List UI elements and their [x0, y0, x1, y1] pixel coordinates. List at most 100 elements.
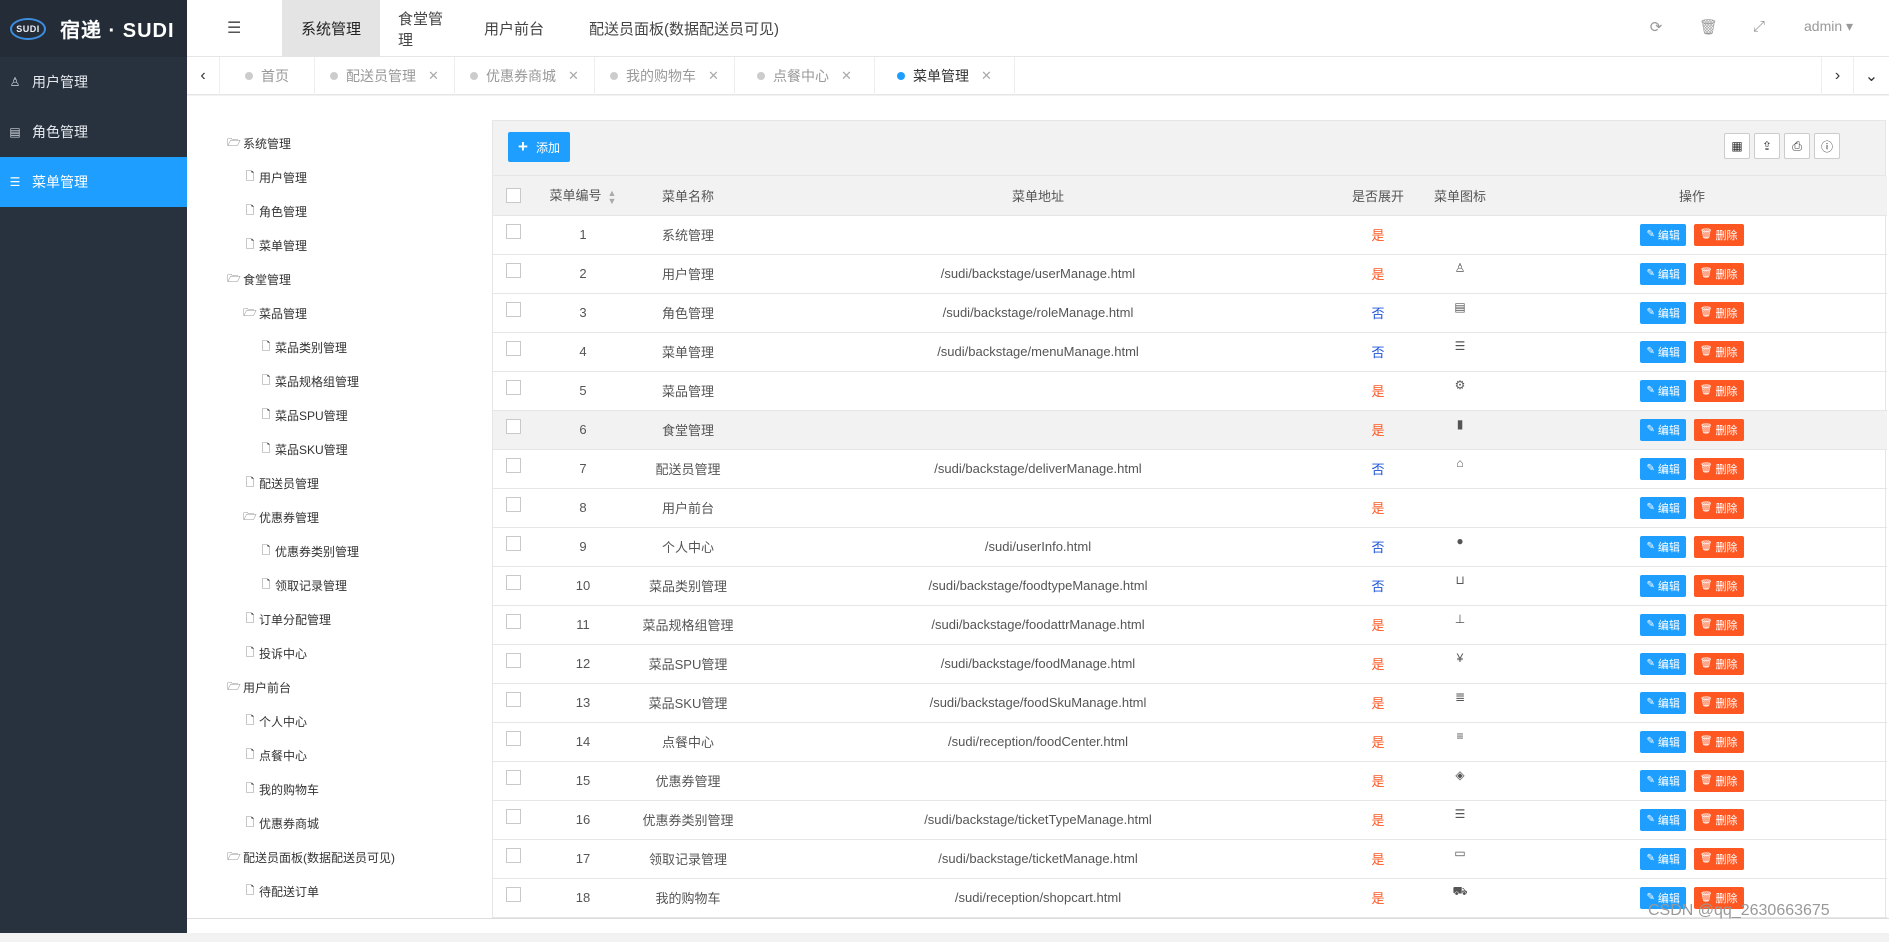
tree-node[interactable]: 🗁 优惠券管理 [227, 500, 477, 534]
columns-icon[interactable]: ▦ [1724, 133, 1750, 159]
delete-button[interactable]: 🗑 删除 [1693, 691, 1744, 714]
tree-node[interactable]: 🗋 领取记录管理 [227, 568, 477, 602]
table-row[interactable]: 15 优惠券管理 是 ◈ ✎ 编辑 🗑 删除 [493, 761, 1887, 801]
edit-button[interactable]: ✎ 编辑 [1640, 730, 1686, 753]
edit-button[interactable]: ✎ 编辑 [1640, 457, 1686, 480]
tab-5[interactable]: 菜单管理 ✕ [875, 57, 1015, 95]
tab-1[interactable]: 配送员管理 ✕ [315, 57, 455, 95]
edit-button[interactable]: ✎ 编辑 [1640, 808, 1686, 831]
close-icon[interactable]: ✕ [568, 68, 579, 84]
tree-node[interactable]: 🗋 我的购物车 [227, 772, 477, 806]
trash-icon[interactable]: 🗑 [1699, 18, 1718, 36]
edit-button[interactable]: ✎ 编辑 [1640, 340, 1686, 363]
user-menu[interactable]: admin ▾ [1804, 18, 1853, 35]
close-icon[interactable]: ✕ [708, 68, 719, 84]
row-checkbox[interactable] [493, 566, 533, 606]
edit-button[interactable]: ✎ 编辑 [1640, 223, 1686, 246]
table-row[interactable]: 8 用户前台 是 ✎ 编辑 🗑 删除 [493, 488, 1887, 528]
delete-button[interactable]: 🗑 删除 [1693, 496, 1744, 519]
table-row[interactable]: 14 点餐中心/sudi/reception/foodCenter.html 是 ≡ ✎… [493, 722, 1887, 762]
table-row[interactable]: 12 菜品SPU管理/sudi/backstage/foodManage.html… [493, 644, 1887, 684]
delete-button[interactable]: 🗑 删除 [1693, 808, 1744, 831]
delete-button[interactable]: 🗑 删除 [1693, 301, 1744, 324]
row-checkbox[interactable] [493, 293, 533, 333]
row-checkbox[interactable] [493, 332, 533, 372]
tab-scroll-right-icon[interactable]: › [1821, 57, 1854, 95]
close-icon[interactable]: ✕ [841, 68, 852, 84]
tree-node[interactable]: 🗋 优惠券商城 [227, 806, 477, 840]
table-row[interactable]: 6 食堂管理 是 ▮ ✎ 编辑 🗑 删除 [493, 410, 1887, 450]
tree-node[interactable]: 🗁 系统管理 [227, 126, 477, 160]
tree-node[interactable]: 🗁 配送员面板(数据配送员可见) [227, 840, 477, 874]
tree-node[interactable]: 🗋 用户管理 [227, 160, 477, 194]
tree-node[interactable]: 🗋 菜品SKU管理 [227, 432, 477, 466]
edit-button[interactable]: ✎ 编辑 [1640, 418, 1686, 441]
row-checkbox[interactable] [493, 800, 533, 840]
table-row[interactable]: 17 领取记录管理/sudi/backstage/ticketManage.htm… [493, 839, 1887, 879]
row-checkbox[interactable] [493, 605, 533, 645]
tree-node[interactable]: 🗁 食堂管理 [227, 262, 477, 296]
row-checkbox[interactable] [493, 683, 533, 723]
tree-node[interactable]: 🗋 角色管理 [227, 194, 477, 228]
tree-node[interactable]: 🗋 配送员管理 [227, 466, 477, 500]
delete-button[interactable]: 🗑 删除 [1693, 457, 1744, 480]
tree-node[interactable]: 🗁 用户前台 [227, 670, 477, 704]
delete-button[interactable]: 🗑 删除 [1693, 574, 1744, 597]
tree-node[interactable]: 🗋 菜品SPU管理 [227, 398, 477, 432]
edit-button[interactable]: ✎ 编辑 [1640, 535, 1686, 558]
table-row[interactable]: 13 菜品SKU管理/sudi/backstage/foodSkuManage.h… [493, 683, 1887, 723]
table-row[interactable]: 1 系统管理 是 ✎ 编辑 🗑 删除 [493, 215, 1887, 255]
row-checkbox[interactable] [493, 878, 533, 918]
row-checkbox[interactable] [493, 215, 533, 255]
topnav-item-2[interactable]: 用户前台 [464, 0, 564, 57]
delete-button[interactable]: 🗑 删除 [1693, 223, 1744, 246]
edit-button[interactable]: ✎ 编辑 [1640, 574, 1686, 597]
delete-button[interactable]: 🗑 删除 [1693, 769, 1744, 792]
row-checkbox[interactable] [493, 761, 533, 801]
col-header-id[interactable]: 菜单编号 ▲ ▼ [533, 176, 633, 216]
tree-node[interactable]: 🗋 优惠券类别管理 [227, 534, 477, 568]
edit-button[interactable]: ✎ 编辑 [1640, 301, 1686, 324]
edit-button[interactable]: ✎ 编辑 [1640, 379, 1686, 402]
edit-button[interactable]: ✎ 编辑 [1640, 769, 1686, 792]
logo[interactable]: SUDI 宿递 · SUDI [0, 0, 187, 57]
tab-0[interactable]: 首页 [220, 57, 315, 95]
row-checkbox[interactable] [493, 371, 533, 411]
row-checkbox[interactable] [493, 410, 533, 450]
row-checkbox[interactable] [493, 488, 533, 528]
refresh-icon[interactable]: ⟳ [1647, 18, 1665, 36]
row-checkbox[interactable] [493, 644, 533, 684]
edit-button[interactable]: ✎ 编辑 [1640, 613, 1686, 636]
export-icon[interactable]: ⇪ [1754, 133, 1780, 159]
tab-3[interactable]: 我的购物车 ✕ [595, 57, 735, 95]
delete-button[interactable]: 🗑 删除 [1693, 418, 1744, 441]
topnav-item-3[interactable]: 配送员面板(数据配送员可见) [564, 0, 804, 57]
edit-button[interactable]: ✎ 编辑 [1640, 652, 1686, 675]
table-row[interactable]: 5 菜品管理 是 ⚙ ✎ 编辑 🗑 删除 [493, 371, 1887, 411]
close-icon[interactable]: ✕ [428, 68, 439, 84]
delete-button[interactable]: 🗑 删除 [1693, 847, 1744, 870]
tree-node[interactable]: 🗋 菜品规格组管理 [227, 364, 477, 398]
tree-node[interactable]: 🗋 菜品类别管理 [227, 330, 477, 364]
row-checkbox[interactable] [493, 722, 533, 762]
tree-node[interactable]: 🗋 订单分配管理 [227, 602, 477, 636]
delete-button[interactable]: 🗑 删除 [1693, 262, 1744, 285]
delete-button[interactable]: 🗑 删除 [1693, 613, 1744, 636]
select-all-checkbox[interactable] [493, 176, 533, 216]
table-row[interactable]: 4 菜单管理/sudi/backstage/menuManage.html 否 ☰ ✎ 编… [493, 332, 1887, 372]
edit-button[interactable]: ✎ 编辑 [1640, 847, 1686, 870]
tab-dropdown-icon[interactable]: ⌄ [1855, 57, 1888, 95]
edit-button[interactable]: ✎ 编辑 [1640, 496, 1686, 519]
table-row[interactable]: 11 菜品规格组管理/sudi/backstage/foodattrManage.… [493, 605, 1887, 645]
topnav-item-0[interactable]: 系统管理 [282, 0, 380, 57]
tree-node[interactable]: 🗁 菜品管理 [227, 296, 477, 330]
close-icon[interactable]: ✕ [981, 68, 992, 84]
row-checkbox[interactable] [493, 527, 533, 567]
tree-node[interactable]: 🗋 投诉中心 [227, 636, 477, 670]
row-checkbox[interactable] [493, 449, 533, 489]
info-icon[interactable]: ⓘ [1814, 133, 1840, 159]
table-row[interactable]: 16 优惠券类别管理/sudi/backstage/ticketTypeManag… [493, 800, 1887, 840]
delete-button[interactable]: 🗑 删除 [1693, 535, 1744, 558]
delete-button[interactable]: 🗑 删除 [1693, 340, 1744, 363]
tree-node[interactable]: 🗋 菜单管理 [227, 228, 477, 262]
